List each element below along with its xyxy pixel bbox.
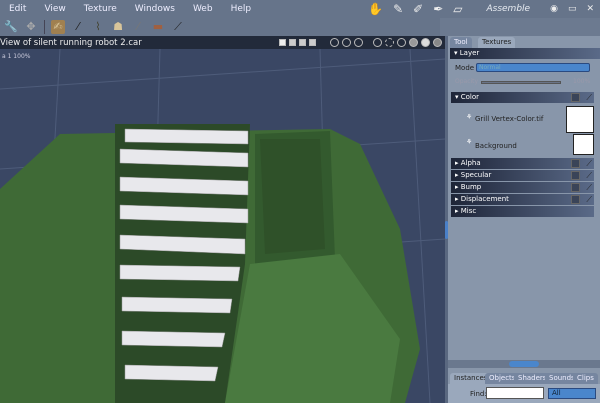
- layer-background[interactable]: Background: [475, 142, 517, 150]
- wireframe-icon[interactable]: [397, 38, 406, 47]
- model-icon[interactable]: ✎: [393, 2, 403, 16]
- texture-icon[interactable]: [571, 183, 580, 192]
- toolbar: 🔧 ✥ ✍ ⁄ ⌇ ☗ ⁄ ▬ ⟋: [0, 18, 440, 36]
- bounding-box-icon[interactable]: [385, 38, 394, 47]
- alpha-header[interactable]: ▸ Alpha ⟋: [451, 158, 594, 169]
- flat-shade-icon[interactable]: [409, 38, 418, 47]
- texture-brush-icon[interactable]: ✍: [51, 20, 65, 34]
- grill-color-swatch[interactable]: [566, 106, 594, 133]
- close-icon[interactable]: ✕: [586, 4, 594, 14]
- mode-label: Mode: [455, 64, 475, 72]
- wand-icon[interactable]: ⟋: [586, 195, 592, 204]
- color-header-label: Color: [460, 93, 480, 101]
- figure-icon[interactable]: ☗: [111, 20, 125, 34]
- image-icon: ⚘: [466, 138, 473, 146]
- tree-icon[interactable]: [373, 38, 382, 47]
- layer-grill[interactable]: Grill Vertex-Color.tif: [475, 115, 543, 123]
- paint-brush-icon[interactable]: ⁄: [71, 20, 85, 34]
- opacity-label: Opacity: [455, 78, 479, 85]
- wrench-icon[interactable]: 🔧: [4, 20, 18, 34]
- mode-select[interactable]: Normal: [476, 63, 590, 72]
- 3d-viewport[interactable]: a 1 100%: [0, 49, 445, 403]
- menu-help[interactable]: Help: [222, 4, 261, 14]
- specular-header[interactable]: ▸ Specular ⟋: [451, 170, 594, 181]
- wand-icon[interactable]: ⟋: [586, 183, 592, 192]
- filter-select[interactable]: All: [548, 388, 596, 399]
- layout-icon[interactable]: [289, 39, 296, 46]
- texture-icon[interactable]: [571, 159, 580, 168]
- layout-icon[interactable]: [299, 39, 306, 46]
- layer-header[interactable]: ▾ Layer: [450, 48, 600, 59]
- color-header[interactable]: ▾ Color ⟋: [451, 92, 594, 103]
- layout-icon[interactable]: [309, 39, 316, 46]
- properties-panel: Tool Textures ▾ Layer Mode Normal Opacit…: [448, 36, 600, 403]
- camera-icon[interactable]: [354, 38, 363, 47]
- texture-icon[interactable]: ✒: [433, 2, 443, 16]
- mode-value: Normal: [479, 64, 501, 71]
- render-icon[interactable]: ▱: [453, 2, 462, 16]
- bump-label: Bump: [460, 183, 482, 191]
- viewport-title: View of silent running robot 2.car: [0, 37, 142, 48]
- specular-label: Specular: [460, 171, 492, 179]
- layer-header-label: Layer: [459, 49, 480, 57]
- roller-icon[interactable]: ▬: [151, 20, 165, 34]
- layout-icon[interactable]: [279, 39, 286, 46]
- filter-value: All: [552, 389, 561, 397]
- smooth-shade-icon[interactable]: [421, 38, 430, 47]
- storyboard-icon[interactable]: ✐: [413, 2, 423, 16]
- image-icon: ⚘: [466, 113, 473, 121]
- camera-icon[interactable]: [342, 38, 351, 47]
- misc-label: Misc: [460, 207, 477, 215]
- displacement-label: Displacement: [460, 195, 509, 203]
- scene-render: [0, 49, 445, 403]
- eyedropper-icon[interactable]: ⟋: [171, 20, 185, 34]
- menu-edit[interactable]: Edit: [0, 4, 35, 14]
- wand-icon[interactable]: ⟋: [586, 93, 592, 102]
- current-room: Assemble: [486, 4, 531, 14]
- assemble-hand-icon[interactable]: ✋: [368, 2, 383, 16]
- camera-label: a 1 100%: [2, 53, 31, 60]
- eye-icon[interactable]: ◉: [550, 4, 558, 14]
- find-label: Find:: [470, 390, 487, 398]
- wand-icon[interactable]: ⟋: [586, 159, 592, 168]
- misc-header[interactable]: ▸ Misc: [451, 206, 594, 217]
- background-color-swatch[interactable]: [573, 134, 594, 155]
- room-switcher: ✋ ✎ ✐ ✒ ▱ Assemble ◉ ▭ ✕: [368, 0, 600, 18]
- opacity-slider[interactable]: [481, 81, 561, 84]
- texture-icon[interactable]: [571, 93, 580, 102]
- menu-web[interactable]: Web: [184, 4, 222, 14]
- camera-icon[interactable]: [330, 38, 339, 47]
- find-input[interactable]: [486, 387, 544, 399]
- wand-icon[interactable]: ⟋: [586, 171, 592, 180]
- tab-textures[interactable]: Textures: [478, 37, 516, 48]
- viewport-title-bar: View of silent running robot 2.car: [0, 36, 445, 49]
- dropper-icon[interactable]: ⌇: [91, 20, 105, 34]
- move-icon[interactable]: ✥: [24, 20, 38, 34]
- texture-icon[interactable]: [571, 171, 580, 180]
- menu-windows[interactable]: Windows: [126, 4, 184, 14]
- pencil-icon[interactable]: ⁄: [131, 20, 145, 34]
- alpha-label: Alpha: [460, 159, 481, 167]
- tab-clips[interactable]: Clips: [573, 373, 598, 384]
- menu-view[interactable]: View: [35, 4, 74, 14]
- texture-icon[interactable]: [571, 195, 580, 204]
- textured-shade-icon[interactable]: [433, 38, 442, 47]
- browser-splitter[interactable]: [448, 360, 600, 368]
- tab-tool[interactable]: Tool: [450, 37, 472, 48]
- menu-texture[interactable]: Texture: [75, 4, 126, 14]
- displacement-header[interactable]: ▸ Displacement ⟋: [451, 194, 594, 205]
- opacity-value: 100%: [573, 78, 591, 85]
- bump-header[interactable]: ▸ Bump ⟋: [451, 182, 594, 193]
- maximize-icon[interactable]: ▭: [568, 4, 577, 14]
